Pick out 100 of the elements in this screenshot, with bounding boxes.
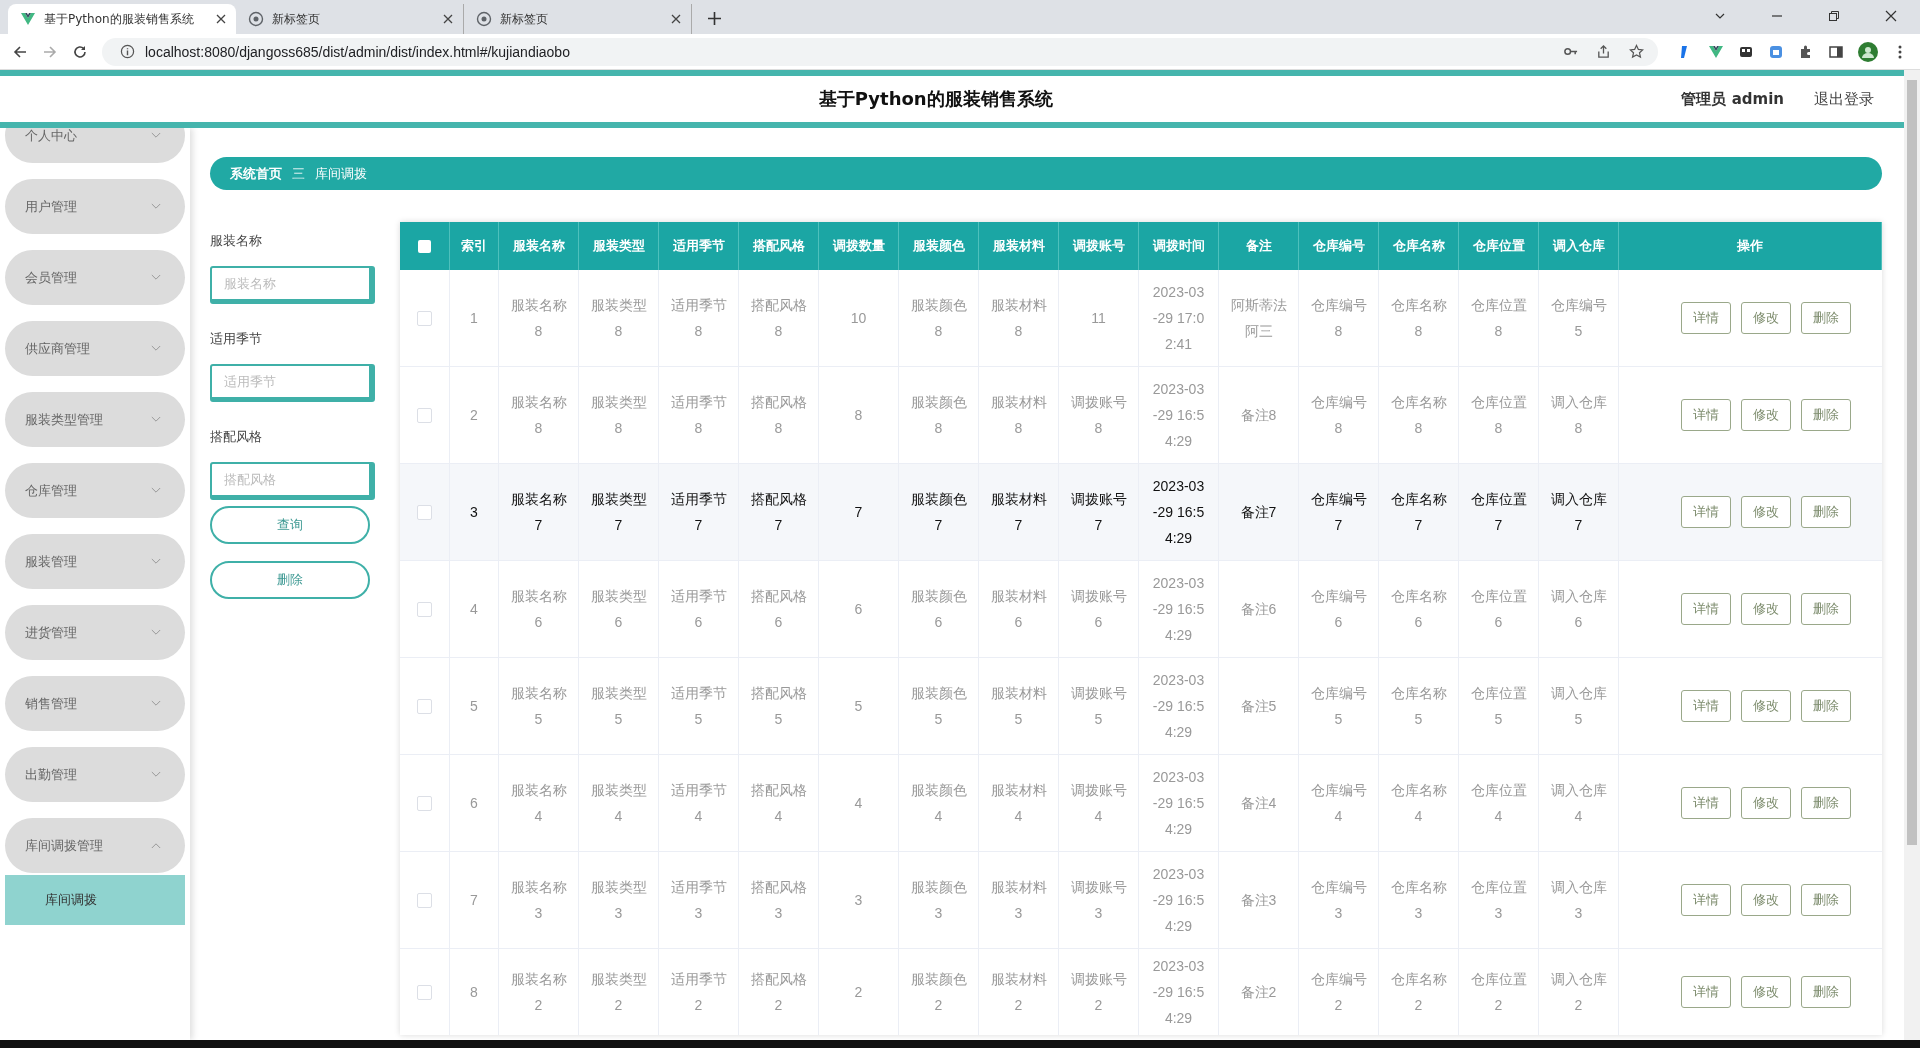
v-logo-icon[interactable] xyxy=(1708,43,1724,60)
menu-item[interactable]: 个人中心 xyxy=(5,128,185,163)
search-field[interactable]: 搭配风格 xyxy=(210,462,375,500)
table-cell-text: 备注4 xyxy=(1240,794,1277,813)
browser-tab[interactable]: 新标签页 xyxy=(236,4,464,34)
table-cell-text: 仓库编号7 xyxy=(1310,490,1367,535)
menu-item[interactable]: 出勤管理 xyxy=(5,747,185,802)
browser-tab[interactable]: 新标签页 xyxy=(464,4,692,34)
share-icon[interactable] xyxy=(1596,44,1611,59)
checkbox[interactable] xyxy=(417,601,432,617)
chevron-down-icon xyxy=(151,345,161,352)
table-cell-text: 服装材料6 xyxy=(990,587,1047,632)
close-icon[interactable] xyxy=(216,14,226,24)
delete-button[interactable]: 删除 xyxy=(1800,690,1851,722)
table-cell-text: 调拨账号5 xyxy=(1070,684,1127,729)
menu-item[interactable]: 服装管理 xyxy=(5,534,185,589)
checkbox[interactable] xyxy=(417,698,432,714)
edit-button[interactable]: 修改 xyxy=(1740,593,1791,625)
chevron-down-icon xyxy=(151,132,161,139)
delete-button[interactable]: 删除 xyxy=(1800,496,1851,528)
table-cell-text: 服装名称3 xyxy=(510,878,567,923)
delete-button[interactable]: 删除 xyxy=(1800,976,1851,1008)
delete-button[interactable]: 删除 xyxy=(1800,884,1851,916)
menu-item[interactable]: 会员管理 xyxy=(5,250,185,305)
avatar-icon[interactable] xyxy=(1858,41,1878,62)
delete-button[interactable]: 删除 xyxy=(1800,787,1851,819)
menu-item[interactable]: 用户管理 xyxy=(5,179,185,234)
search-field[interactable]: 服装名称 xyxy=(210,266,375,304)
breadcrumb-link[interactable]: 系统首页 xyxy=(230,164,282,183)
details-button[interactable]: 详情 xyxy=(1680,593,1731,625)
edit-button[interactable]: 修改 xyxy=(1740,884,1791,916)
close-icon[interactable] xyxy=(1885,10,1897,22)
breadcrumb-link[interactable]: 库间调拨 xyxy=(315,164,367,183)
new-tab-icon[interactable] xyxy=(708,12,721,25)
delete-button[interactable]: 删除 xyxy=(1800,593,1851,625)
address-bar[interactable]: localhost:8080/djangoss685/dist/admin/dist/index.html#/kujiandiaobo xyxy=(102,37,1658,66)
chevron-down-icon xyxy=(151,700,161,707)
info-icon xyxy=(120,44,135,59)
table-cell-text: 适用季节4 xyxy=(670,781,727,826)
table-row[interactable]: 5 服装名称5 服装类型5 适用季节5 搭配风格5 5 服装颜色5 服装材料5 调拨账号5 2023-03-29 16:54:29 备注5 仓库编号5 仓库名称5 仓库位置5 调入仓库5 详情 修改 删除 xyxy=(400,658,1882,755)
table-cell-text: 服装材料5 xyxy=(990,684,1047,729)
table-cell-text: 服装类型3 xyxy=(590,878,647,923)
table-row[interactable]: 8 服装名称2 服装类型2 适用季节2 搭配风格2 2 服装颜色2 服装材料2 调拨账号2 2023-03-29 16:54:29 备注2 仓库编号2 仓库名称2 仓库位置2 调入仓库2 详情 修改 删除 xyxy=(400,949,1882,1035)
edit-button[interactable]: 修改 xyxy=(1740,302,1791,334)
table-cell-text: 仓库名称5 xyxy=(1390,684,1447,729)
details-button[interactable]: 详情 xyxy=(1680,976,1731,1008)
table-row[interactable]: 7 服装名称3 服装类型3 适用季节3 搭配风格3 3 服装颜色3 服装材料3 调拨账号3 2023-03-29 16:54:29 备注3 仓库编号3 仓库名称3 仓库位置3 调入仓库3 详情 修改 删除 xyxy=(400,852,1882,949)
details-button[interactable]: 详情 xyxy=(1680,787,1731,819)
table-cell-text: 调拨账号3 xyxy=(1070,878,1127,923)
delete-button[interactable]: 删除 xyxy=(1800,399,1851,431)
back-icon[interactable] xyxy=(12,43,28,60)
checkbox[interactable] xyxy=(418,239,431,253)
table-row[interactable]: 2 服装名称8 服装类型8 适用季节8 搭配风格8 8 服装颜色8 服装材料8 调拨账号8 2023-03-29 16:54:29 备注8 仓库编号8 仓库名称8 仓库位置8 调入仓库8 详情 修改 删除 xyxy=(400,367,1882,464)
scrollbar[interactable] xyxy=(1904,70,1920,1040)
submenu-item[interactable]: 库间调拨 xyxy=(5,875,185,925)
browser-tab[interactable]: 基于Python的服装销售系统 xyxy=(8,4,236,34)
delete-button[interactable]: 删除 xyxy=(1800,302,1851,334)
field-label: 服装名称 xyxy=(210,232,263,250)
menu-item[interactable]: 供应商管理 xyxy=(5,321,185,376)
details-button[interactable]: 详情 xyxy=(1680,302,1731,334)
menu-item[interactable]: 销售管理 xyxy=(5,676,185,731)
edit-button[interactable]: 修改 xyxy=(1740,976,1791,1008)
table-row[interactable]: 4 服装名称6 服装类型6 适用季节6 搭配风格6 6 服装颜色6 服装材料6 调拨账号6 2023-03-29 16:54:29 备注6 仓库编号6 仓库名称6 仓库位置6 调入仓库6 详情 修改 删除 xyxy=(400,561,1882,658)
table-cell-text: 2 xyxy=(470,406,478,425)
search-button[interactable]: 查询 xyxy=(210,506,370,544)
close-icon[interactable] xyxy=(671,14,681,24)
side-panel-icon[interactable] xyxy=(1828,43,1844,60)
delete-button[interactable]: 删除 xyxy=(210,561,370,599)
details-button[interactable]: 详情 xyxy=(1680,884,1731,916)
edit-button[interactable]: 修改 xyxy=(1740,399,1791,431)
close-icon[interactable] xyxy=(443,14,453,24)
table-cell-text: 3 xyxy=(854,891,863,910)
checkbox[interactable] xyxy=(417,795,432,811)
reload-icon[interactable] xyxy=(72,43,88,60)
menu-item[interactable]: 服装类型管理 xyxy=(5,392,185,447)
checkbox[interactable] xyxy=(417,407,432,423)
checkbox[interactable] xyxy=(417,984,432,1000)
menu-item[interactable]: 仓库管理 xyxy=(5,463,185,518)
edit-button[interactable]: 修改 xyxy=(1740,690,1791,722)
table-row[interactable]: 1 服装名称8 服装类型8 适用季节8 搭配风格8 10 服装颜色8 服装材料8 11 2023-03-29 17:02:41 阿斯蒂法阿三 仓库编号8 仓库名称8 仓库位置8 仓库编号5 详情 修改 删除 xyxy=(400,270,1882,367)
checkbox[interactable] xyxy=(417,892,432,908)
table-row[interactable]: 6 服装名称4 服装类型4 适用季节4 搭配风格4 4 服装颜色4 服装材料4 调拨账号4 2023-03-29 16:54:29 备注4 仓库编号4 仓库名称4 仓库位置4 调入仓库4 详情 修改 删除 xyxy=(400,755,1882,852)
restore-icon[interactable] xyxy=(1828,10,1840,22)
edit-button[interactable]: 修改 xyxy=(1740,496,1791,528)
details-button[interactable]: 详情 xyxy=(1680,690,1731,722)
details-button[interactable]: 详情 xyxy=(1680,399,1731,431)
table-row[interactable]: 3 服装名称7 服装类型7 适用季节7 搭配风格7 7 服装颜色7 服装材料7 调拨账号7 2023-03-29 16:54:29 备注7 仓库编号7 仓库名称7 仓库位置7 调入仓库7 详情 修改 删除 xyxy=(400,464,1882,561)
menu-item[interactable]: 库间调拨管理 xyxy=(5,818,185,873)
table-cell-text: 仓库编号5 xyxy=(1550,296,1607,341)
checkbox[interactable] xyxy=(417,310,432,326)
logout-link[interactable]: 退出登录 xyxy=(1814,89,1874,109)
star-icon[interactable] xyxy=(1629,44,1644,59)
table-cell-text: 搭配风格7 xyxy=(750,490,807,535)
edit-button[interactable]: 修改 xyxy=(1740,787,1791,819)
table-cell-text: 服装颜色8 xyxy=(910,393,967,438)
search-field[interactable]: 适用季节 xyxy=(210,364,375,402)
details-button[interactable]: 详情 xyxy=(1680,496,1731,528)
menu-item[interactable]: 进货管理 xyxy=(5,605,185,660)
checkbox[interactable] xyxy=(417,504,432,520)
chevron-up-icon xyxy=(151,842,161,849)
